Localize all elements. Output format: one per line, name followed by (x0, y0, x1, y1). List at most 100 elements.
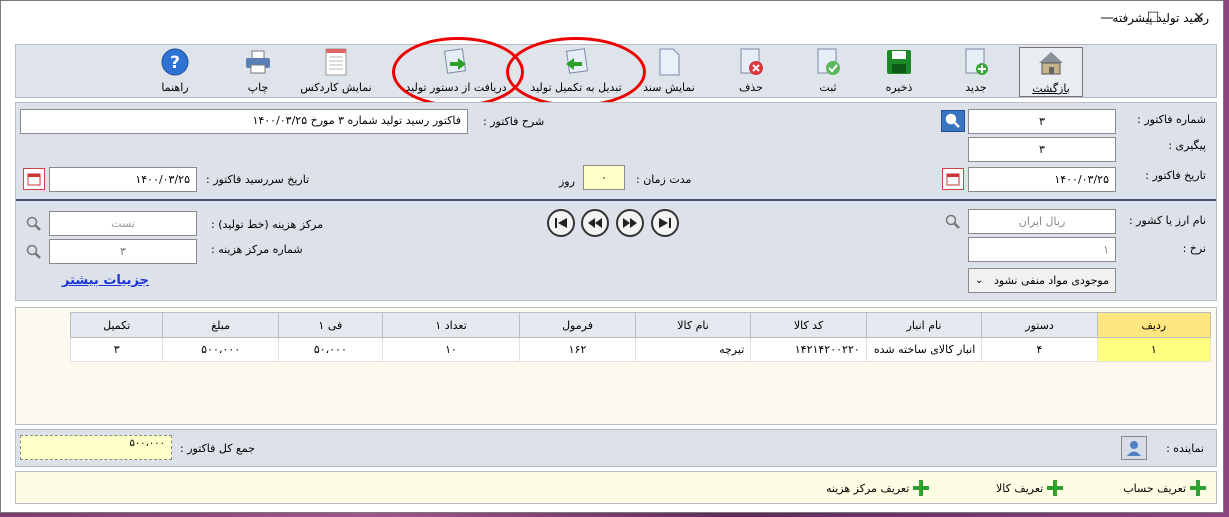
svg-text:?: ? (170, 53, 180, 73)
invoice-form: شماره فاکتور : ۳ پیگیری : ۳ تاریخ فاکتور… (15, 102, 1217, 301)
column-header[interactable]: نام کالا (634, 312, 752, 338)
rate-field[interactable]: ۱ (968, 237, 1116, 262)
submit-label: ثبت (819, 81, 837, 94)
column-header[interactable]: مبلغ (162, 312, 279, 338)
delete-document-icon (736, 47, 766, 77)
new-label: جدید (965, 81, 987, 94)
divider (16, 199, 1216, 201)
table-cell[interactable]: ۱۶۲ (519, 337, 636, 362)
help-icon: ? (160, 47, 190, 77)
more-details-link[interactable]: جزییات بیشتر (62, 273, 149, 288)
next-record-button[interactable] (616, 209, 644, 237)
last-record-button[interactable] (651, 209, 679, 237)
currency-label: نام ارز یا کشور : (1128, 214, 1206, 227)
search-icon[interactable] (941, 211, 965, 233)
table-cell[interactable]: ۳ (69, 337, 164, 362)
first-record-button[interactable] (547, 209, 575, 237)
help-button[interactable]: ? راهنما (150, 47, 200, 97)
invoice-date-label: تاریخ فاکتور : (1145, 169, 1206, 182)
define-cost-center-label: تعریف مرکز هزینه (826, 481, 910, 495)
show-document-button[interactable]: نمایش سند (639, 47, 699, 97)
column-header[interactable]: نام انبار (865, 312, 983, 338)
plus-icon (1190, 480, 1206, 496)
table-cell[interactable]: ۱ (1096, 337, 1212, 362)
table-row[interactable]: ۳ ۵۰۰،۰۰۰ ۵۰،۰۰۰ ۱۰ ۱۶۲ تیرچه ۱۴۲۱۴۲۰۰۲۲۰ انبار… (69, 337, 1212, 362)
define-goods-label: تعریف کالا (996, 481, 1044, 495)
currency-field[interactable]: ریال ایران (968, 209, 1116, 234)
column-header[interactable]: فرمول (519, 312, 636, 338)
plus-icon (1047, 480, 1064, 496)
calendar-icon[interactable] (942, 168, 964, 190)
title-bar: رسید تولید پیشرفته — ☐ ✕ (1, 1, 1223, 35)
new-button[interactable]: جدید (951, 47, 1001, 97)
representative-label: نماینده : (1166, 442, 1204, 455)
cost-center-field[interactable]: تست (49, 211, 197, 236)
cost-center-number-label: شماره مرکز هزینه : (211, 243, 303, 256)
check-document-icon (813, 47, 843, 77)
items-table: تکمیل مبلغ فی ۱ تعداد ۱ فرمول نام کالا کد کالا… (69, 312, 1212, 362)
highlight-ring (506, 37, 646, 107)
prev-record-button[interactable] (581, 209, 609, 237)
cardex-label: نمایش کاردکس (300, 81, 372, 94)
ledger-icon (321, 47, 351, 77)
delete-button[interactable]: حذف (726, 47, 776, 97)
table-cell[interactable]: ۵۰،۰۰۰ (277, 337, 383, 362)
table-cell[interactable]: انبار کالای ساخته شده (865, 337, 983, 362)
define-cost-center-link[interactable]: تعریف مرکز هزینه (826, 480, 930, 496)
home-icon (1036, 48, 1066, 78)
definitions-bar: تعریف حساب تعریف کالا تعریف مرکز هزینه (15, 471, 1217, 504)
print-button[interactable]: چاپ (234, 47, 282, 97)
plus-icon (913, 480, 930, 496)
table-cell[interactable]: تیرچه (634, 337, 752, 362)
column-header[interactable]: دستور (981, 312, 1098, 338)
cost-center-label: مرکز هزینه (خط تولید) : (211, 218, 324, 231)
table-cell[interactable]: ۵۰۰،۰۰۰ (162, 337, 279, 362)
invoice-number-field[interactable]: ۳ (968, 109, 1116, 134)
printer-icon (243, 47, 273, 77)
define-goods-link[interactable]: تعریف کالا (996, 480, 1064, 496)
due-date-field[interactable]: ۱۴۰۰/۰۳/۲۵ (49, 167, 197, 192)
define-account-label: تعریف حساب (1123, 481, 1186, 495)
table-cell[interactable]: ۱۴۲۱۴۲۰۰۲۲۰ (750, 337, 867, 362)
table-cell[interactable]: ۴ (981, 337, 1098, 362)
help-label: راهنما (161, 81, 189, 94)
stock-policy-select[interactable]: موجودی مواد منفی نشود ⌄ (968, 268, 1116, 293)
highlight-ring (392, 37, 524, 107)
cost-center-number-field[interactable]: ۳ (49, 239, 197, 264)
maximize-button[interactable]: ☐ (1130, 1, 1176, 35)
app-window: رسید تولید پیشرفته — ☐ ✕ بازگشت جدید ذخی… (0, 0, 1224, 513)
column-header[interactable]: تکمیل (69, 312, 164, 338)
close-button[interactable]: ✕ (1176, 1, 1222, 35)
column-header[interactable]: تعداد ۱ (381, 312, 521, 338)
column-header[interactable]: کد کالا (750, 312, 867, 338)
column-header[interactable]: ردیف (1096, 312, 1212, 338)
delete-label: حذف (739, 81, 763, 94)
total-field[interactable]: ۵۰۰،۰۰۰ (20, 435, 172, 460)
search-icon[interactable] (22, 241, 46, 263)
duration-label: مدت زمان : (636, 173, 692, 186)
description-field[interactable]: فاکتور رسید تولید شماره ۳ مورخ ۱۴۰۰/۰۳/۲… (20, 109, 468, 134)
search-icon[interactable] (941, 110, 965, 132)
save-icon (884, 47, 914, 77)
duration-field[interactable]: ۰ (583, 165, 625, 190)
table-cell[interactable]: ۱۰ (381, 337, 521, 362)
save-button[interactable]: ذخیره (874, 47, 924, 97)
cardex-button[interactable]: نمایش کاردکس (291, 47, 381, 97)
print-label: چاپ (247, 81, 269, 94)
minimize-button[interactable]: — (1084, 1, 1130, 35)
tracking-field[interactable]: ۳ (968, 137, 1116, 162)
save-label: ذخیره (885, 81, 913, 94)
representative-icon[interactable] (1121, 436, 1147, 460)
chevron-down-icon: ⌄ (975, 275, 984, 286)
submit-button[interactable]: ثبت (803, 47, 853, 97)
calendar-icon[interactable] (23, 168, 45, 190)
invoice-date-field[interactable]: ۱۴۰۰/۰۳/۲۵ (968, 167, 1116, 192)
invoice-number-label: شماره فاکتور : (1137, 113, 1206, 126)
define-account-link[interactable]: تعریف حساب (1123, 480, 1206, 496)
duration-unit: روز (559, 175, 575, 188)
back-label: بازگشت (1032, 82, 1070, 95)
back-button[interactable]: بازگشت (1019, 47, 1083, 97)
search-icon[interactable] (22, 213, 46, 235)
column-header[interactable]: فی ۱ (277, 312, 383, 338)
add-document-icon (961, 47, 991, 77)
